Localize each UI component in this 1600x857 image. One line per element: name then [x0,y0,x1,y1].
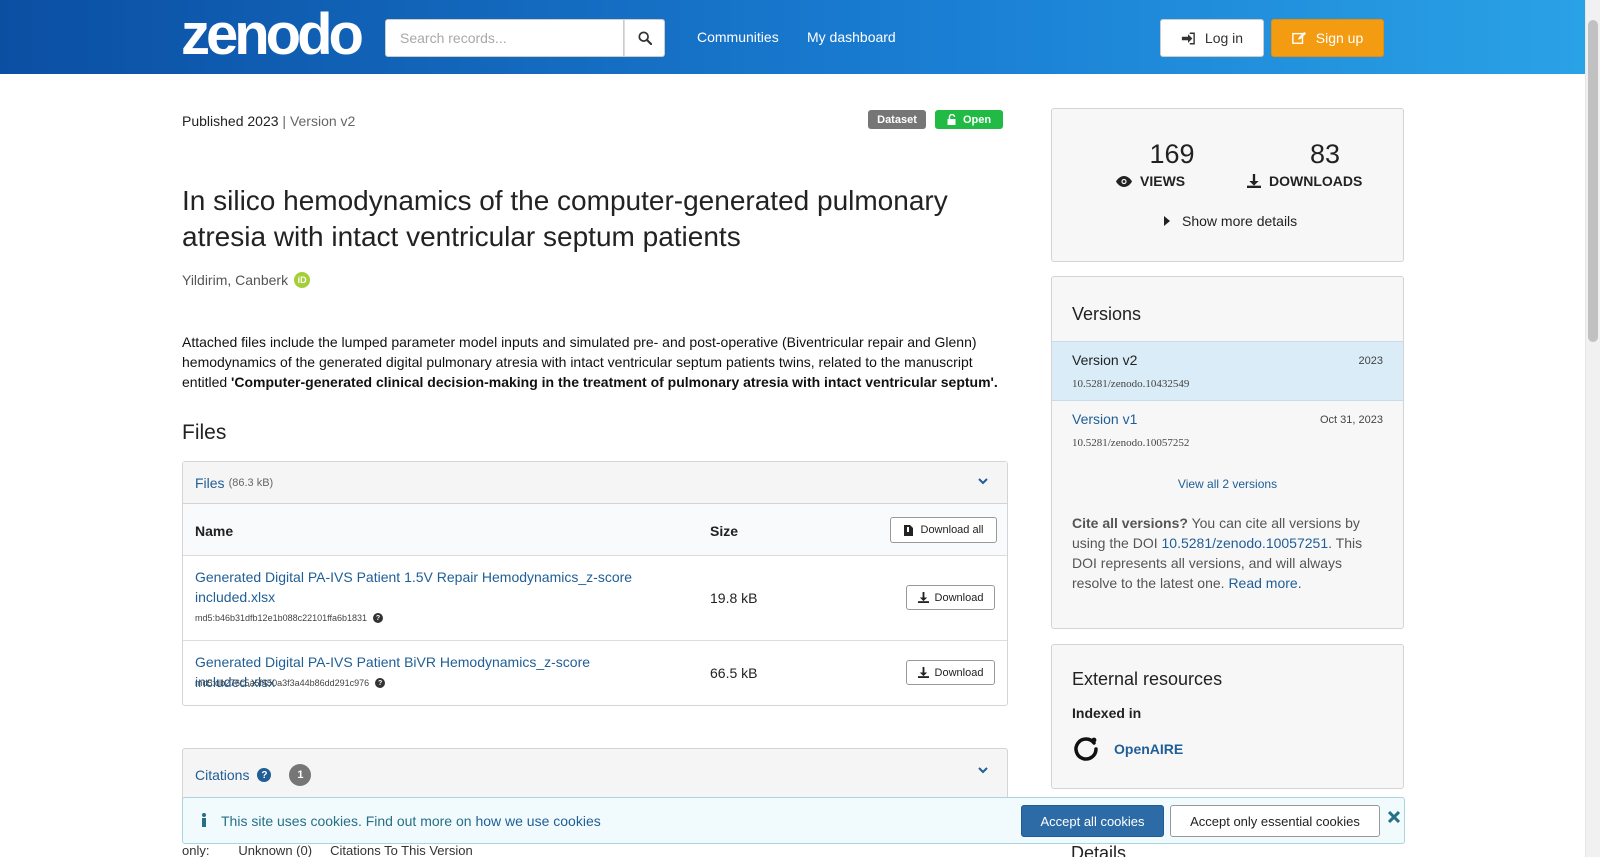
signup-button[interactable]: Sign up [1271,19,1384,57]
file-archive-icon [903,524,913,536]
record-description: Attached files include the lumped parame… [182,334,998,390]
views-count: 169 [1149,139,1195,169]
access-badge: Open [935,110,1003,129]
search-input[interactable] [385,19,624,57]
cookie-banner: This site uses cookies. Find out more on… [182,797,1405,844]
author-line: Yildirim, Canberk iD [182,272,311,288]
files-total-size: (86.3 kB) [228,476,274,489]
question-circle-icon[interactable]: ? [373,613,383,623]
question-circle-icon[interactable]: ? [375,678,386,688]
info-icon [202,813,206,827]
file-link[interactable]: Generated Digital PA-IVS Patient 1.5V Re… [195,567,655,607]
views-label: VIEWS [1116,173,1185,189]
version-name[interactable]: Version v1 [1072,411,1137,427]
nav-my-dashboard[interactable]: My dashboard [807,29,896,45]
download-button[interactable]: Download [906,585,995,610]
files-heading: Files [182,421,227,444]
login-label: Log in [1204,30,1244,46]
chevron-down-icon[interactable] [977,476,989,486]
version-date: 2023 [1358,355,1383,367]
page-scrollbar[interactable] [1585,0,1600,857]
citations-panel-label: Citations ? 1 [195,764,312,786]
signup-label: Sign up [1315,30,1364,46]
search-bar [385,19,665,57]
files-panel-label: Files [195,474,225,491]
indexed-in-label: Indexed in [1072,705,1142,721]
files-panel-header[interactable]: Files (86.3 kB) [183,462,1007,504]
versions-panel: Versions Version v2 2023 10.5281/zenodo.… [1051,276,1404,629]
files-panel: Files (86.3 kB) Name Size Download all G… [182,461,1008,706]
view-all-versions-link[interactable]: View all 2 versions [1052,477,1403,491]
file-row: Generated Digital PA-IVS Patient BiVR He… [183,641,1007,705]
download-icon [1247,174,1261,188]
manuscript-title: 'Computer-generated clinical decision-ma… [231,374,998,390]
citations-count: 1 [289,764,312,786]
sign-in-icon [1181,32,1195,44]
scrollbar-thumb[interactable] [1588,20,1598,342]
author-name[interactable]: Yildirim, Canberk [182,272,288,288]
search-icon [637,31,652,45]
zenodo-logo[interactable]: zenodo [181,6,364,64]
version-date: Oct 31, 2023 [1320,414,1383,426]
downloads-label: DOWNLOADS [1247,173,1362,189]
search-button[interactable] [624,19,665,57]
download-button[interactable]: Download [906,660,995,685]
external-resources-panel: External resources Indexed in OpenAIRE [1051,644,1404,789]
version-item-v2[interactable]: Version v2 2023 10.5281/zenodo.10432549 [1052,341,1403,401]
file-row: Generated Digital PA-IVS Patient 1.5V Re… [183,556,1007,641]
read-more-link[interactable]: Read more. [1228,575,1301,591]
files-table-header: Name Size Download all [183,504,1007,556]
publication-info: Published 2023 | Version v2 [182,113,355,129]
version-doi: 10.5281/zenodo.10057252 [1072,437,1190,449]
version-item-v1[interactable]: Version v1 Oct 31, 2023 10.5281/zenodo.1… [1052,401,1403,461]
concept-doi-link[interactable]: 10.5281/zenodo.10057251 [1162,535,1329,551]
accept-all-cookies-button[interactable]: Accept all cookies [1021,805,1164,837]
version-doi: 10.5281/zenodo.10432549 [1072,378,1190,390]
accept-essential-cookies-button[interactable]: Accept only essential cookies [1170,805,1380,837]
published-date: Published 2023 [182,113,279,129]
download-icon [917,592,929,603]
orcid-icon[interactable]: iD [294,272,311,288]
details-heading: Details [1071,843,1127,857]
downloads-count: 83 [1309,139,1341,169]
version-separator: | [282,113,290,129]
stats-panel: 169 VIEWS 83 DOWNLOADS Show more details [1051,108,1404,262]
show-more-details[interactable]: Show more details [1164,213,1297,229]
edit-icon [1291,31,1306,44]
eye-icon [1116,175,1132,187]
openaire-logo-icon [1074,737,1098,761]
chevron-down-icon[interactable] [977,765,989,775]
file-checksum: md5:db276c5a5f450a3f3a44b86dd291c976? [195,678,386,688]
record-version: Version v2 [289,113,356,129]
download-all-button[interactable]: Download all [890,517,997,543]
close-icon[interactable] [1388,811,1400,823]
file-size: 19.8 kB [710,590,758,606]
caret-right-icon [1164,216,1170,226]
versions-heading: Versions [1072,304,1142,324]
record-title: In silico hemodynamics of the computer-g… [182,185,948,252]
openaire-link[interactable]: OpenAIRE [1072,735,1183,763]
version-name: Version v2 [1072,352,1138,368]
nav-communities[interactable]: Communities [697,29,779,45]
resource-type-badge: Dataset [868,110,926,129]
cookie-message: This site uses cookies. Find out more on… [221,813,601,829]
question-circle-icon[interactable]: ? [257,768,272,782]
cite-all-versions-text: Cite all versions? You can cite all vers… [1072,515,1363,591]
cookie-policy-link[interactable]: how we use cookies [475,813,600,829]
external-resources-heading: External resources [1072,669,1223,689]
login-button[interactable]: Log in [1160,19,1264,57]
citations-filter-peek: only: Unknown (0) Citations To This Vers… [182,843,473,857]
file-size: 66.5 kB [710,665,758,681]
unlock-icon [947,114,956,125]
download-icon [917,667,929,678]
file-checksum: md5:b46b31dfb12e1b088c22101ffa6b1831? [195,613,383,623]
column-size: Size [710,523,739,539]
column-name: Name [195,523,234,539]
top-header: zenodo Communities My dashboard Log in S… [0,0,1585,74]
